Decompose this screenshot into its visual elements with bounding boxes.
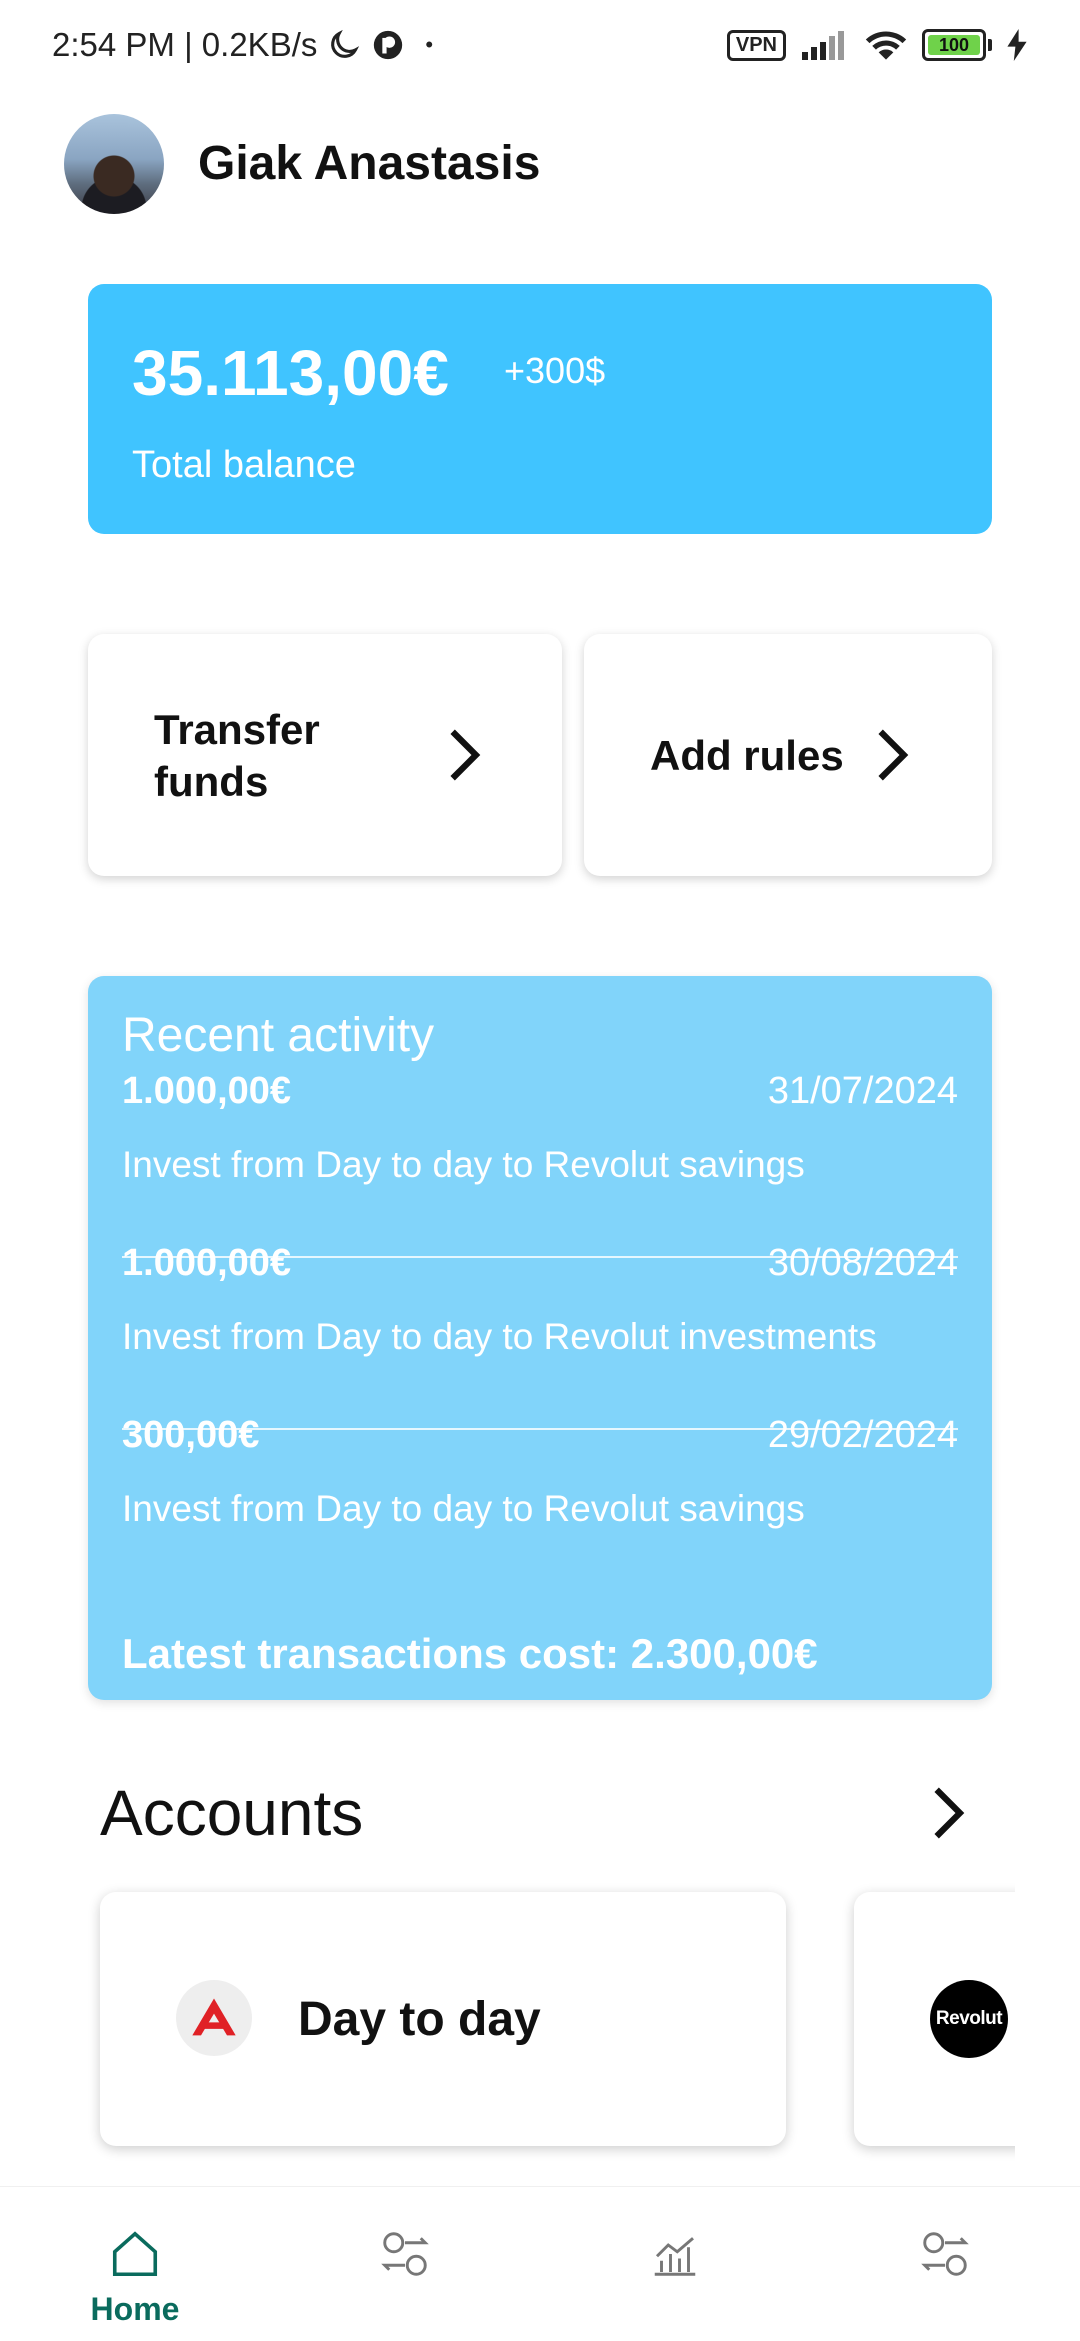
transaction-date: 29/02/2024 — [767, 1414, 958, 1456]
status-time: 2:54 PM | 0.2KB/s — [52, 26, 318, 63]
app-notification-icon — [374, 30, 403, 60]
recent-activity-card[interactable]: Recent activity 1.000,00€ 31/07/2024 Inv… — [88, 976, 992, 1700]
home-icon — [112, 2231, 158, 2277]
account-card-revolut[interactable]: Revolut — [854, 1892, 1015, 2146]
transaction-item[interactable]: 1.000,00€ 31/07/2024 Invest from Day to … — [122, 1070, 958, 1240]
status-left: 2:54 PM | 0.2KB/s • — [52, 26, 433, 64]
nav-home[interactable]: Home — [0, 2187, 270, 2341]
account-name: Day to day — [298, 1993, 541, 2046]
transaction-description: Invest from Day to day to Revolut invest… — [122, 1316, 877, 1357]
balance-card[interactable]: 35.113,00€ +300$ Total balance — [88, 284, 992, 534]
transaction-item[interactable]: 1.000,00€ 30/08/2024 Invest from Day to … — [122, 1242, 958, 1412]
chevron-right-icon[interactable] — [916, 1782, 978, 1844]
chart-icon — [654, 2237, 696, 2276]
avatar[interactable] — [64, 114, 164, 214]
transaction-item[interactable]: 300,00€ 29/02/2024 Invest from Day to da… — [122, 1414, 958, 1584]
status-bar: 2:54 PM | 0.2KB/s • VPN 100 — [0, 0, 1080, 96]
accounts-carousel[interactable]: Day to day Revolut — [0, 1880, 1015, 2180]
battery-level: 100 — [938, 34, 970, 55]
transaction-description: Invest from Day to day to Revolut saving… — [122, 1488, 805, 1529]
transaction-date: 30/08/2024 — [767, 1242, 958, 1284]
transaction-description: Invest from Day to day to Revolut saving… — [122, 1144, 805, 1185]
exchange-icon — [921, 2232, 969, 2276]
nav-analytics[interactable] — [540, 2187, 810, 2341]
transaction-amount: 1.000,00€ — [122, 1070, 292, 1112]
recent-activity-title: Recent activity — [122, 1009, 435, 1062]
exchange-icon — [381, 2232, 429, 2276]
balance-change: +300$ — [504, 350, 606, 391]
moon-icon — [331, 29, 360, 58]
transaction-amount: 1.000,00€ — [122, 1242, 292, 1284]
chevron-right-icon — [450, 729, 481, 781]
add-rules-button[interactable]: Add rules — [584, 634, 992, 876]
wifi-icon — [865, 31, 907, 60]
transfer-funds-button[interactable]: Transfer funds — [88, 634, 562, 876]
user-name: Giak Anastasis — [198, 137, 541, 190]
balance-label: Total balance — [132, 444, 356, 486]
chevron-right-icon — [878, 729, 909, 781]
transfer-funds-label: Transfer funds — [154, 706, 320, 805]
signal-icon — [802, 31, 844, 60]
bottom-nav: Home — [0, 2186, 1080, 2341]
bank-logo-icon — [176, 1980, 252, 2056]
nav-exchange[interactable] — [810, 2187, 1080, 2341]
nav-transfers[interactable] — [270, 2187, 540, 2341]
transaction-amount: 300,00€ — [122, 1414, 260, 1456]
status-dot: • — [425, 32, 434, 57]
account-card-day-to-day[interactable]: Day to day — [100, 1892, 786, 2146]
add-rules-label: Add rules — [650, 732, 844, 779]
balance-amount: 35.113,00€ — [132, 337, 449, 409]
status-right: VPN 100 — [726, 28, 1028, 62]
revolut-logo: Revolut — [930, 1980, 1008, 2058]
charging-icon — [1007, 29, 1027, 61]
nav-home-label: Home — [90, 2291, 180, 2327]
vpn-badge: VPN — [726, 29, 786, 61]
transaction-date: 31/07/2024 — [767, 1070, 958, 1112]
transactions-total: Latest transactions cost: 2.300,00€ — [122, 1630, 818, 1677]
battery-icon: 100 — [922, 29, 992, 61]
accounts-title: Accounts — [100, 1777, 364, 1849]
